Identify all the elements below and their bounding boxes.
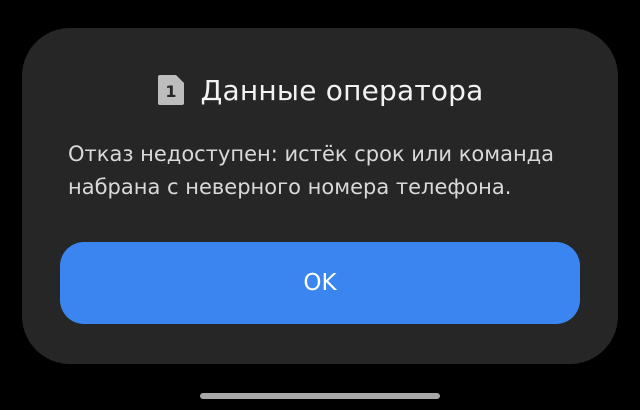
cut-off-status-row xyxy=(0,0,640,6)
ok-button[interactable]: OK xyxy=(60,242,580,324)
screen: 1 Данные оператора Отказ недоступен: ист… xyxy=(0,0,640,410)
dialog-title-row: 1 Данные оператора xyxy=(0,70,640,110)
dialog-message: Отказ недоступен: истёк срок или команда… xyxy=(68,142,555,199)
sim-card-icon: 1 xyxy=(156,73,186,107)
home-indicator[interactable] xyxy=(200,393,440,399)
dialog-title: Данные оператора xyxy=(200,73,484,107)
sim-slot-number: 1 xyxy=(166,82,177,101)
